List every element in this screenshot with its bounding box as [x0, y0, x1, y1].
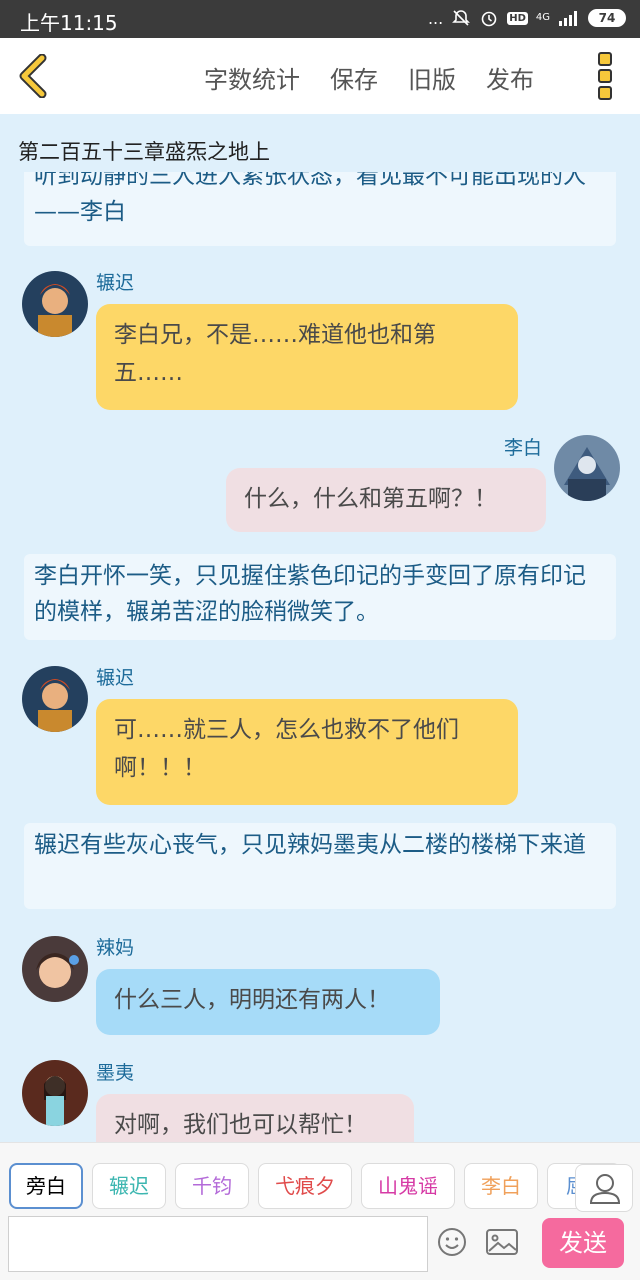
more-dots-icon: ... [427, 8, 444, 28]
person-icon [589, 1174, 621, 1204]
status-bar: 上午11:15 ... HD 4G 74 [0, 0, 640, 38]
avatar-zhanchi[interactable] [22, 271, 88, 337]
speaker-name: 辗迟 [96, 667, 135, 689]
publish-button[interactable]: 发布 [486, 60, 534, 95]
image-icon [486, 1229, 518, 1255]
avatar-image [554, 435, 620, 501]
avatar-moyi[interactable] [22, 1060, 88, 1126]
message-bubble[interactable]: 可……就三人，怎么也救不了他们啊！！！ [96, 699, 518, 805]
more-dot [598, 52, 612, 66]
message-bubble[interactable]: 对啊，我们也可以帮忙！ [96, 1094, 414, 1142]
message-list[interactable]: 听到动静的三人进入紧张状态，看见最不可能出现的人——李白 辗迟 李白兄，不是……… [0, 172, 640, 1142]
avatar-libai[interactable] [554, 435, 620, 501]
speaker-name: 辗迟 [96, 272, 135, 294]
narration-block[interactable]: 辗迟有些灰心丧气，只见辣妈墨夷从二楼的楼梯下来道 [24, 823, 616, 909]
role-tab-narrator[interactable]: 旁白 [9, 1163, 83, 1209]
image-button[interactable] [485, 1226, 519, 1258]
speaker-name: 辣妈 [96, 937, 135, 959]
top-toolbar: 字数统计 保存 旧版 发布 [0, 38, 640, 114]
message-bubble[interactable]: 什么三人，明明还有两人！ [96, 969, 440, 1035]
status-icons: ... HD 4G 74 [428, 8, 626, 28]
narration-block[interactable]: 听到动静的三人进入紧张状态，看见最不可能出现的人——李白 [24, 172, 616, 246]
old-version-button[interactable]: 旧版 [408, 60, 456, 95]
save-button[interactable]: 保存 [330, 60, 378, 95]
chapter-title: 第二百五十三章盛炁之地上 [18, 140, 270, 164]
avatar-image [22, 936, 88, 1002]
avatar-lama[interactable] [22, 936, 88, 1002]
input-bar: 发送 [0, 1212, 640, 1280]
more-vertical-icon[interactable] [598, 52, 614, 100]
role-tab-shanguiyao[interactable]: 山鬼谣 [361, 1163, 455, 1209]
role-tab-zhanchi[interactable]: 辗迟 [92, 1163, 166, 1209]
emoji-button[interactable] [436, 1226, 468, 1258]
back-button[interactable] [14, 53, 54, 99]
send-button[interactable]: 发送 [542, 1218, 624, 1268]
role-tab-qianjun[interactable]: 千钧 [175, 1163, 249, 1209]
hd-icon: HD [507, 11, 528, 25]
speaker-name: 李白 [504, 437, 543, 459]
message-bubble[interactable]: 什么，什么和第五啊？！ [226, 468, 546, 532]
speaker-name: 墨夷 [96, 1062, 135, 1084]
avatar-image [22, 271, 88, 337]
word-count-button[interactable]: 字数统计 [204, 60, 300, 95]
avatar-image [22, 1060, 88, 1126]
alarm-icon [481, 11, 497, 27]
bell-off-icon [452, 10, 471, 26]
network-label: 4G [535, 12, 550, 23]
signal-icon [559, 11, 577, 26]
message-bubble[interactable]: 李白兄，不是……难道他也和第五…… [96, 304, 518, 410]
role-tab-libai[interactable]: 李白 [464, 1163, 538, 1209]
toolbar-actions: 字数统计 保存 旧版 发布 [204, 60, 534, 95]
battery-icon: 74 [588, 9, 626, 27]
avatar-zhanchi[interactable] [22, 666, 88, 732]
chevron-left-icon [19, 53, 47, 99]
role-selector-bar: 旁白 辗迟 千钧 弋痕夕 山鬼谣 李白 屈 [0, 1142, 640, 1212]
role-tab-yihenxi[interactable]: 弋痕夕 [258, 1163, 352, 1209]
add-role-button[interactable] [575, 1164, 633, 1212]
more-dot [598, 69, 612, 83]
message-input[interactable] [8, 1216, 428, 1272]
smiley-icon [438, 1228, 466, 1256]
more-dot [598, 86, 612, 100]
avatar-image [22, 666, 88, 732]
narration-block[interactable]: 李白开怀一笑，只见握住紫色印记的手变回了原有印记的模样，辗弟苦涩的脸稍微笑了。 [24, 554, 616, 640]
status-time: 上午11:15 [20, 11, 118, 35]
